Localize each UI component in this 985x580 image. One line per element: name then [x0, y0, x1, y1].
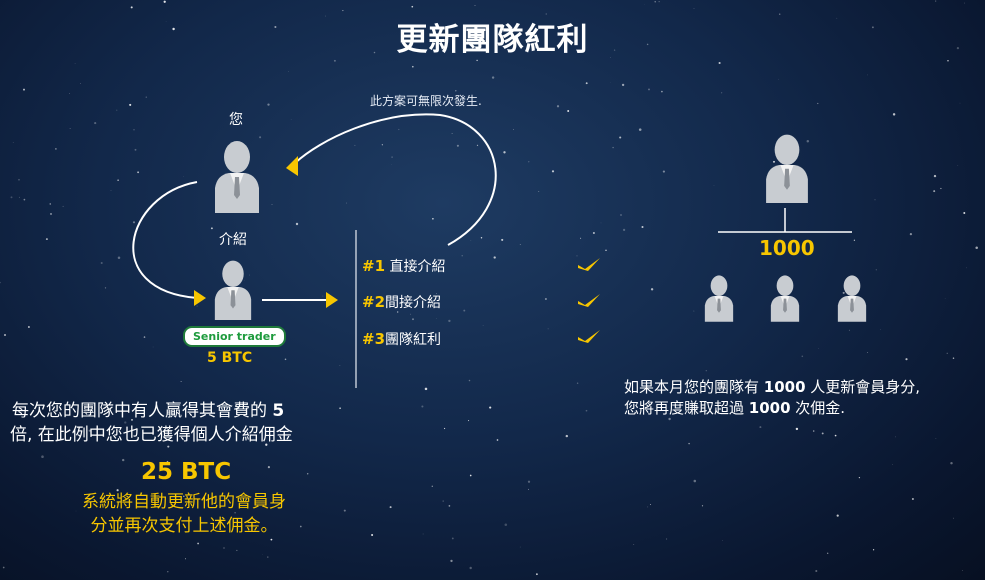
person-icon: [704, 275, 734, 322]
loop-note: 此方案可無限次發生.: [370, 94, 482, 108]
check-icon: [578, 294, 600, 307]
para-line2: 倍, 在此例中您也已獲得個人介紹佣金: [10, 425, 293, 445]
list-arrowhead: [326, 292, 338, 308]
team-renewal-explanation: 如果本月您的團隊有 1000 人更新會員身分, 您將再度賺取超過 1000 次佣…: [624, 377, 984, 419]
bonus-num: #1: [362, 257, 386, 275]
auto-note-line2: 分並再次支付上述佣金。: [90, 516, 278, 536]
right-l1-pre: 如果本月您的團隊有: [624, 378, 764, 396]
para-line1: 每次您的團隊中有人贏得其會費的: [12, 401, 273, 421]
check-icon: [578, 330, 600, 343]
referral-amount: 5 BTC: [207, 350, 253, 366]
bonus-item-1: #1 直接介紹: [362, 256, 445, 276]
auto-renew-note: 系統將自動更新他的會員身 分並再次支付上述佣金。: [44, 490, 324, 538]
auto-note-line1: 系統將自動更新他的會員身: [82, 492, 286, 512]
right-l1-post: 人更新會員身分,: [805, 378, 921, 396]
person-icon: [214, 260, 252, 320]
bonus-text: 間接介紹: [385, 295, 442, 311]
right-l1-bold: 1000: [763, 378, 806, 396]
loop-arrowhead: [286, 156, 298, 176]
referral-label: 介紹: [219, 232, 247, 248]
right-l2-pre: 您將再度賺取超過: [624, 399, 749, 417]
bonus-item-2: #2間接介紹: [362, 292, 441, 312]
bonus-text: 直接介紹: [389, 259, 446, 275]
person-icon: [215, 141, 259, 213]
referral-curve: [132, 181, 198, 299]
senior-trader-badge: Senior trader: [183, 326, 286, 347]
team-count: 1000: [759, 236, 815, 260]
commission-explanation: 每次您的團隊中有人贏得其會費的 5 倍, 在此例中您也已獲得個人介紹佣金: [10, 399, 380, 447]
person-icon: [770, 275, 800, 322]
bonus-num: #3: [362, 330, 386, 348]
person-icon: [837, 275, 867, 322]
multiplier: 5: [272, 401, 285, 421]
check-icon: [578, 258, 600, 271]
right-l2-post: 次佣金.: [790, 399, 846, 417]
person-icon: [766, 134, 808, 203]
loop-arrow: [294, 113, 497, 246]
bonus-item-3: #3團隊紅利: [362, 329, 441, 349]
referral-arrowhead: [194, 290, 206, 306]
total-btc: 25 BTC: [141, 459, 232, 485]
bonus-num: #2: [362, 293, 386, 311]
you-label: 您: [229, 112, 243, 128]
bonus-text: 團隊紅利: [385, 332, 442, 348]
right-l2-bold: 1000: [748, 399, 791, 417]
